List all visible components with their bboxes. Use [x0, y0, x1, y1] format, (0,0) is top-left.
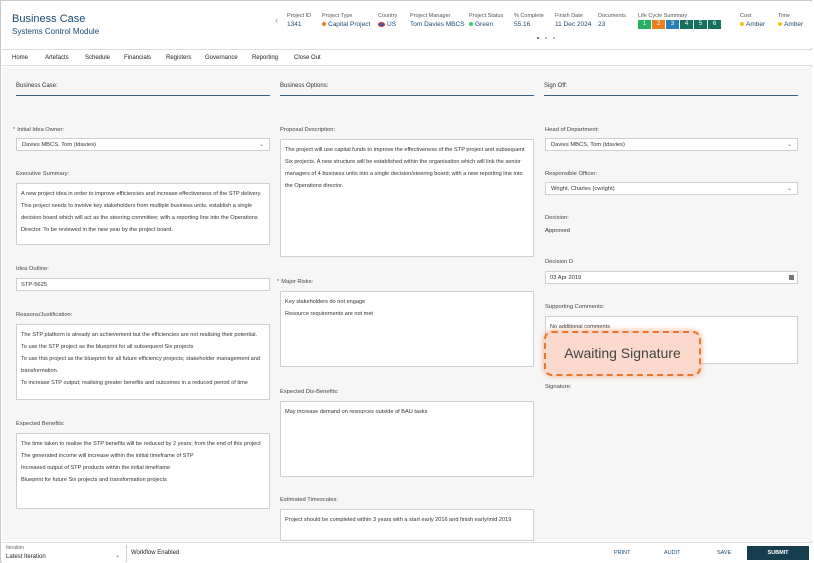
signature-status: Awaiting Signature	[564, 345, 681, 361]
nav-reporting[interactable]: Reporting	[252, 55, 278, 61]
nav-governance[interactable]: Governance	[205, 55, 238, 61]
timescales-label: Estimated Timescales:	[280, 497, 338, 503]
iteration-select[interactable]: Latest Iteration	[6, 554, 46, 560]
status-dot-icon	[469, 22, 473, 27]
dis-benefits-label: Expected Dis-Benefits:	[280, 389, 339, 395]
risks-label: * Major Risks:	[277, 279, 314, 285]
meta-finish-date: Finish Date 11 Dec 2024	[555, 13, 592, 28]
us-flag-icon	[378, 21, 385, 27]
page-header: Business Case Systems Control Module ‹ P…	[2, 2, 812, 48]
proposal-field[interactable]: The project will use capital funds to im…	[280, 139, 534, 257]
nav-registers[interactable]: Registers	[166, 55, 191, 61]
chevron-down-icon[interactable]: ⌄	[115, 552, 120, 559]
iteration-label: Iteration	[6, 545, 25, 551]
officer-label: Responsible Officer:	[545, 171, 598, 177]
status-dot-icon	[740, 22, 744, 27]
chevron-left-icon[interactable]: ‹	[275, 15, 278, 25]
status-dot-icon	[322, 22, 326, 27]
idea-outline-label: Idea Outline:	[16, 266, 49, 272]
lifecycle-stage-1[interactable]: 1	[638, 20, 651, 29]
decision-value: Approved	[545, 228, 570, 234]
audit-button[interactable]: AUDIT	[664, 550, 681, 556]
lifecycle-stage-6[interactable]: 6	[708, 20, 721, 29]
meta-project-type: Project Type Capital Project	[322, 13, 371, 28]
section-business-options: Business Options:	[280, 83, 534, 96]
decision-label: Decision:	[545, 215, 569, 221]
footer-divider	[126, 545, 127, 562]
meta-documents[interactable]: Documents 23	[598, 13, 626, 28]
lifecycle-stage-4[interactable]: 4	[680, 20, 693, 29]
meta-country: Country US	[378, 13, 398, 28]
nav-financials[interactable]: Financials	[124, 55, 151, 61]
head-of-department-label: Head of Department:	[545, 127, 599, 133]
exec-summary-field[interactable]: A new project idea in order to improve e…	[16, 183, 270, 245]
nav-home[interactable]: Home	[12, 55, 28, 61]
section-business-case: Business Case:	[16, 83, 270, 96]
meta-cost: Cost Amber	[740, 13, 766, 28]
decision-date-label: Decision D	[545, 259, 574, 265]
signature-label: Signature:	[545, 384, 572, 390]
head-of-department-select[interactable]: Davies MBCS, Tom (tdavies) ⌄	[545, 138, 798, 151]
meta-project-id: Project ID 1341	[287, 13, 312, 28]
nav-close-out[interactable]: Close Out	[294, 55, 321, 61]
lifecycle-stage-5[interactable]: 5	[694, 20, 707, 29]
timescales-field[interactable]: Project should be completed within 3 yea…	[280, 509, 534, 541]
proposal-label: Proposal Description:	[280, 127, 336, 133]
save-button[interactable]: SAVE	[717, 550, 731, 556]
footer-bar: Iteration Latest Iteration ⌄ Workflow En…	[2, 542, 812, 563]
print-button[interactable]: PRINT	[614, 550, 631, 556]
signature-box[interactable]: Awaiting Signature	[544, 331, 701, 376]
section-sign-off: Sign Off:	[544, 83, 798, 96]
chevron-down-icon: ⌄	[786, 186, 792, 192]
meta-project-status: Project Status Green	[469, 13, 504, 28]
meta-pager[interactable]	[537, 35, 561, 41]
reasons-label: Reasons/Justification:	[16, 312, 73, 318]
meta-time: Time Amber	[778, 13, 804, 28]
comments-label: Supporting Comments:	[545, 304, 605, 310]
lifecycle-stage-2[interactable]: 2	[652, 20, 665, 29]
meta-project-manager: Project Manager Tom Davies MBCS	[410, 13, 465, 28]
exec-summary-label: Executive Summary:	[16, 171, 70, 177]
submit-button[interactable]: SUBMIT	[747, 546, 809, 560]
decision-date-input[interactable]: 03 Apr 2019	[545, 271, 798, 284]
page-subtitle: Systems Control Module	[12, 27, 100, 36]
meta-percent-complete: % Complete 55.16	[514, 13, 544, 28]
calendar-icon	[789, 275, 794, 280]
officer-select[interactable]: Wright, Charles (cwright) ⌄	[545, 182, 798, 195]
reasons-field[interactable]: The STP platform is already an achieveme…	[16, 324, 270, 400]
nav-schedule[interactable]: Schedule	[85, 55, 110, 61]
page-title: Business Case	[12, 13, 86, 25]
nav-artefacts[interactable]: Artefacts	[45, 55, 69, 61]
idea-outline-input[interactable]: STP-5625	[16, 278, 270, 291]
chevron-down-icon: ⌄	[786, 142, 792, 148]
app-window: Business Case Systems Control Module ‹ P…	[0, 0, 812, 563]
idea-owner-label: * Initial Idea Owner:	[13, 127, 64, 133]
lifecycle-stage-3[interactable]: 3	[666, 20, 679, 29]
meta-lifecycle-summary: Life Cycle Summary 123456	[638, 13, 722, 29]
workflow-status: Workflow Enabled	[131, 550, 180, 556]
main-nav: Home Artefacts Schedule Financials Regis…	[2, 49, 812, 66]
idea-owner-select[interactable]: Davies MBCS, Tom (tdavies) ⌄	[16, 138, 270, 151]
risks-field[interactable]: Key stakeholders do not engage Resource …	[280, 291, 534, 367]
benefits-field[interactable]: The time taken to realise the STP benefi…	[16, 433, 270, 509]
benefits-label: Expected Benefits:	[16, 421, 65, 427]
chevron-down-icon: ⌄	[258, 142, 264, 148]
form-content: Business Case: Business Options: Sign Of…	[2, 67, 812, 541]
status-dot-icon	[778, 22, 782, 27]
dis-benefits-field[interactable]: May increase demand on resources outside…	[280, 401, 534, 477]
